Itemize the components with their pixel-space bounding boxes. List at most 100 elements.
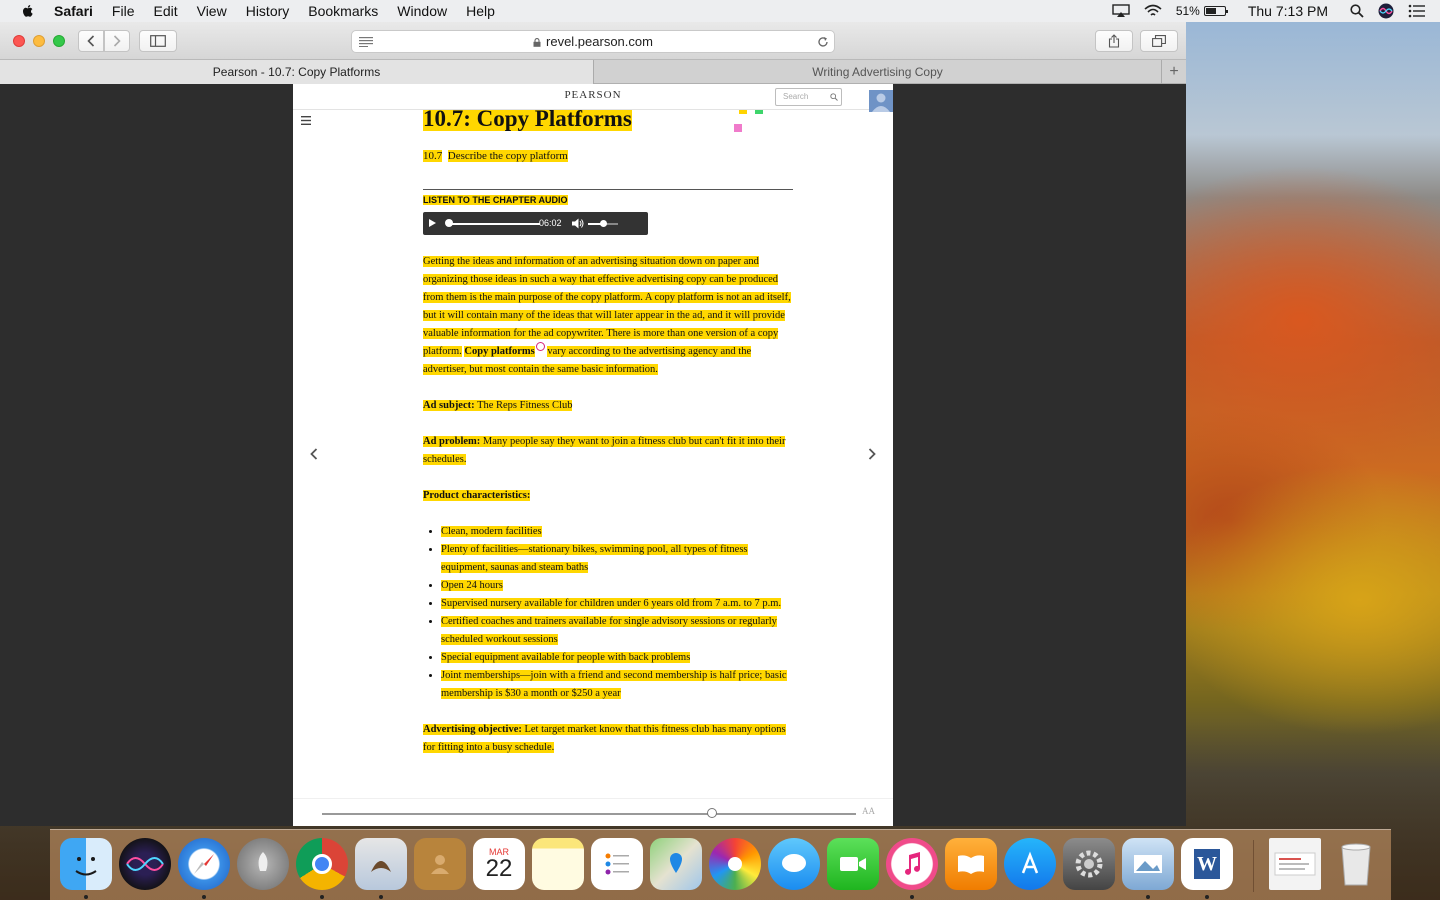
reader-view-icon[interactable] xyxy=(359,37,373,47)
app-store-icon[interactable] xyxy=(1004,838,1056,890)
calendar-day: 22 xyxy=(485,855,513,882)
battery-icon[interactable] xyxy=(1203,6,1228,16)
menu-history[interactable]: History xyxy=(246,0,290,22)
preview-icon[interactable] xyxy=(1122,838,1174,890)
search-input[interactable]: Search xyxy=(775,88,842,106)
running-indicator xyxy=(1205,895,1209,899)
tab-writing-advertising-copy[interactable]: Writing Advertising Copy xyxy=(594,60,1162,84)
list-item-text: Joint memberships—join with a friend and… xyxy=(441,670,787,699)
list-item: Joint memberships—join with a friend and… xyxy=(441,667,793,703)
glossary-term-link[interactable]: Copy platforms xyxy=(464,346,535,357)
tab-copy-platforms[interactable]: Pearson - 10.7: Copy Platforms xyxy=(0,60,594,84)
hamburger-menu-icon[interactable] xyxy=(301,116,311,125)
launchpad-icon[interactable] xyxy=(237,838,289,890)
list-item-text: Clean, modern facilities xyxy=(441,526,542,537)
word-w-icon: W xyxy=(1194,849,1220,879)
spotlight-icon[interactable] xyxy=(1350,4,1364,18)
intro-paragraph: Getting the ideas and information of an … xyxy=(423,253,793,379)
menu-bookmarks[interactable]: Bookmarks xyxy=(308,0,378,22)
eagle-stamp-icon xyxy=(371,861,391,872)
reading-progress-handle[interactable] xyxy=(706,808,717,818)
share-button[interactable] xyxy=(1095,30,1133,52)
running-indicator xyxy=(910,895,914,899)
system-preferences-icon[interactable] xyxy=(1063,838,1115,890)
close-window-button[interactable] xyxy=(13,35,25,47)
previous-page-arrow-icon[interactable] xyxy=(309,447,319,461)
next-page-arrow-icon[interactable] xyxy=(867,447,877,461)
chrome-icon[interactable] xyxy=(296,838,348,890)
list-item: Open 24 hours xyxy=(441,577,793,595)
contacts-icon[interactable] xyxy=(414,838,466,890)
menu-window[interactable]: Window xyxy=(397,0,447,22)
messages-icon[interactable] xyxy=(768,838,820,890)
menu-help[interactable]: Help xyxy=(466,0,495,22)
audio-seek-handle[interactable] xyxy=(444,219,453,227)
list-item: Special equipment available for people w… xyxy=(441,649,793,667)
siri-wave-icon xyxy=(126,857,164,871)
ad-problem-label: Ad problem: xyxy=(423,436,481,447)
menu-app-name[interactable]: Safari xyxy=(54,0,93,22)
advertising-objective: Advertising objective: Let target market… xyxy=(423,721,793,757)
tab-label: Writing Advertising Copy xyxy=(812,65,943,79)
mail-icon[interactable] xyxy=(355,838,407,890)
audio-seek-bar[interactable] xyxy=(446,223,540,225)
chrome-center xyxy=(312,854,332,874)
facetime-icon[interactable] xyxy=(827,838,879,890)
finder-icon[interactable] xyxy=(60,838,112,890)
maximize-window-button[interactable] xyxy=(53,35,65,47)
play-icon[interactable] xyxy=(429,219,436,227)
address-bar[interactable]: revel.pearson.com xyxy=(351,30,835,53)
photos-icon[interactable] xyxy=(709,838,761,890)
reading-progress-bar[interactable] xyxy=(322,813,856,815)
apple-icon[interactable] xyxy=(20,3,36,19)
intro-text-1: Getting the ideas and information of an … xyxy=(423,256,791,357)
menu-view[interactable]: View xyxy=(197,0,227,22)
ibooks-icon[interactable] xyxy=(945,838,997,890)
photo-stack-icon xyxy=(1134,855,1162,873)
dock: MAR 22 W xyxy=(50,829,1391,900)
reload-icon[interactable] xyxy=(817,36,829,48)
chevron-right-icon xyxy=(113,35,121,47)
calendar-icon[interactable]: MAR 22 xyxy=(473,838,525,890)
compass-icon xyxy=(194,854,214,874)
listen-audio-label: LISTEN TO THE CHAPTER AUDIO xyxy=(423,195,568,205)
ad-subject-value: The Reps Fitness Club xyxy=(477,400,573,411)
downloads-stack-icon[interactable] xyxy=(1269,838,1321,890)
audio-player: 06:02 xyxy=(423,212,648,235)
running-indicator xyxy=(202,895,206,899)
airplay-icon[interactable] xyxy=(1112,4,1130,18)
microsoft-word-icon[interactable]: W xyxy=(1181,838,1233,890)
notification-center-icon[interactable] xyxy=(1408,4,1426,18)
new-tab-button[interactable]: + xyxy=(1162,60,1186,84)
minimize-window-button[interactable] xyxy=(33,35,45,47)
trash-icon[interactable] xyxy=(1330,838,1382,890)
siri-dock-icon[interactable] xyxy=(119,838,171,890)
objective-text: Describe the copy platform xyxy=(447,150,568,162)
learning-objective: 10.7 Describe the copy platform xyxy=(423,150,793,162)
wifi-icon[interactable] xyxy=(1144,4,1162,18)
siri-icon[interactable] xyxy=(1378,3,1394,19)
forward-button[interactable] xyxy=(104,30,130,52)
volume-icon[interactable] xyxy=(572,218,584,229)
back-button[interactable] xyxy=(78,30,104,52)
sidebar-toggle-button[interactable] xyxy=(139,30,177,52)
font-size-button[interactable]: AA xyxy=(862,806,875,816)
reminders-icon[interactable] xyxy=(591,838,643,890)
volume-handle[interactable] xyxy=(600,220,607,227)
product-list: Clean, modern facilities Plenty of facil… xyxy=(423,523,793,703)
safari-dock-icon[interactable] xyxy=(178,838,230,890)
search-icon[interactable] xyxy=(830,93,838,101)
menu-file[interactable]: File xyxy=(112,0,135,22)
battery-percent[interactable]: 51% xyxy=(1176,4,1200,18)
menu-edit[interactable]: Edit xyxy=(153,0,177,22)
notes-icon[interactable] xyxy=(532,838,584,890)
video-camera-icon xyxy=(840,857,866,871)
itunes-icon[interactable] xyxy=(886,838,938,890)
tab-bar: Pearson - 10.7: Copy Platforms Writing A… xyxy=(0,60,1186,84)
glossary-icon[interactable] xyxy=(535,342,545,351)
menu-clock[interactable]: Thu 7:13 PM xyxy=(1248,3,1328,19)
maps-icon[interactable] xyxy=(650,838,702,890)
tabs-overview-button[interactable] xyxy=(1140,30,1178,52)
user-avatar[interactable] xyxy=(869,90,893,112)
dock-separator xyxy=(1253,840,1254,892)
